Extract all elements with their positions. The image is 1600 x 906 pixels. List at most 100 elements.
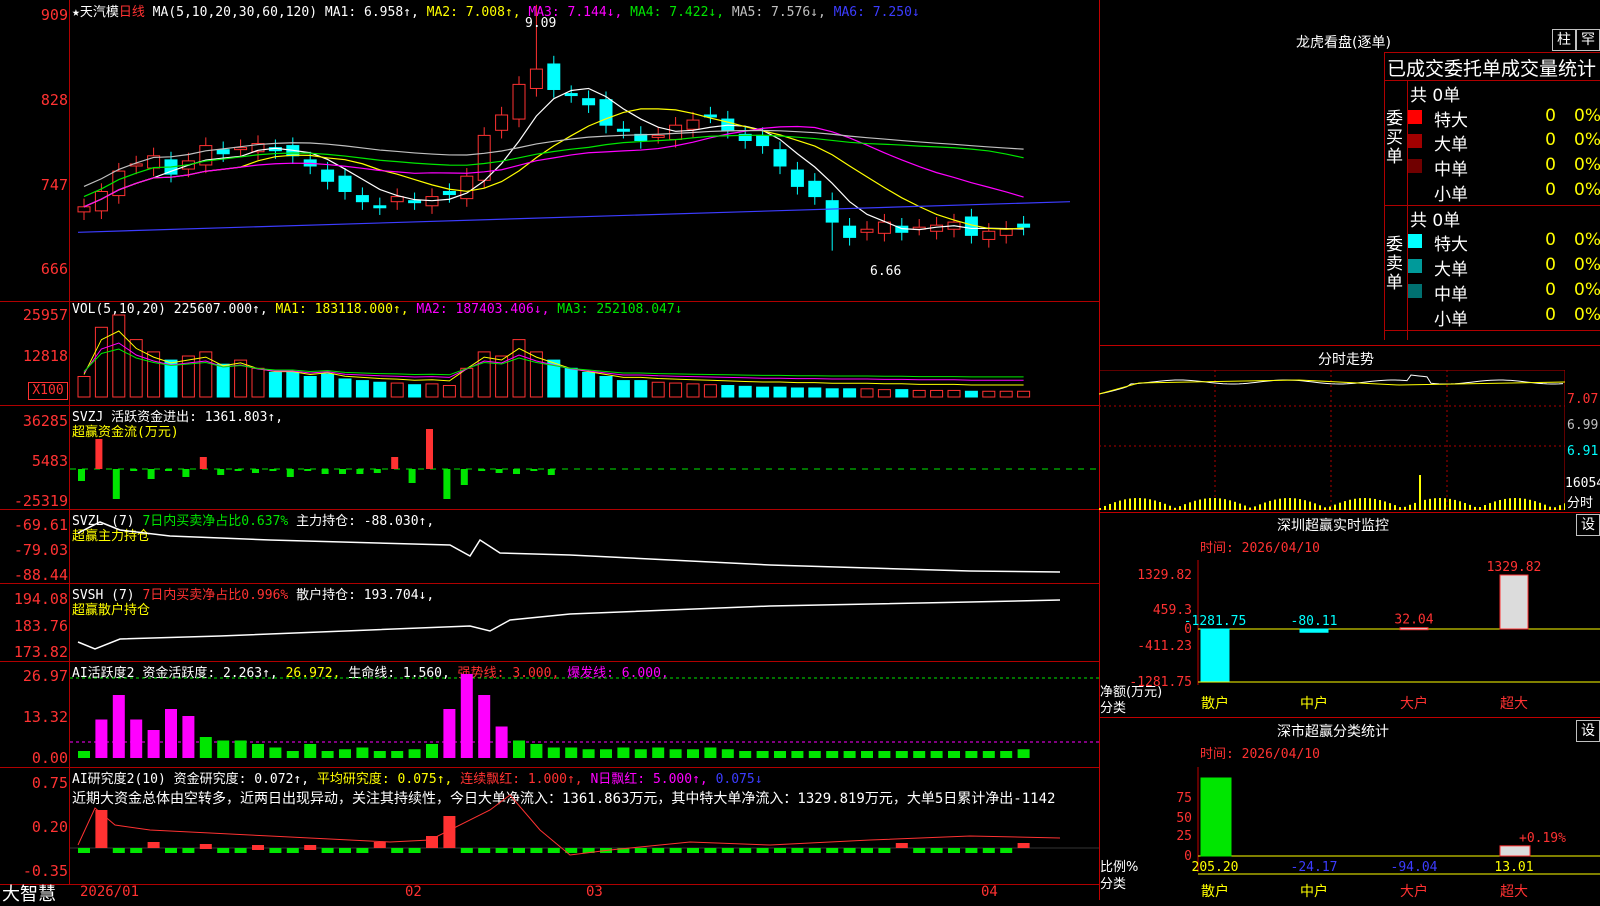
ai2-bar: [356, 848, 369, 853]
intraday-vol-bar: [1414, 502, 1416, 510]
intraday-vol-bar: [1229, 500, 1231, 510]
kline-chart[interactable]: [70, 0, 1099, 884]
ai1-bar: [112, 695, 125, 758]
monitor-category-label: 中户: [1300, 695, 1328, 712]
dragon-mode-button[interactable]: 罕: [1576, 29, 1600, 51]
dragon-heading: 已成交委托单成交量统计: [1387, 58, 1597, 80]
intraday-vol-bar: [1214, 498, 1216, 510]
buy-row-large: 大单 0 0%: [1408, 130, 1600, 155]
sell-total: 共 0单: [1410, 211, 1461, 231]
intraday-vol-bar: [1339, 502, 1341, 510]
vol-bar-up: [442, 385, 456, 398]
monitor-chart[interactable]: 1329.82459.30-411.23-1281.75-1281.75散户-8…: [1099, 555, 1600, 715]
intraday-vol-bar: [1549, 506, 1551, 510]
candle-up: [390, 196, 404, 203]
ai2-bar: [252, 845, 264, 850]
svzj-bar: [269, 469, 277, 471]
intraday-vol-bar: [1464, 502, 1466, 510]
ai1-bar: [913, 751, 926, 758]
ai2-bar: [426, 836, 438, 848]
intraday-vol-bar: [1259, 504, 1261, 510]
ai1-bar: [165, 709, 177, 758]
intraday-vol-bar: [1364, 498, 1366, 510]
ai1-bar: [356, 747, 369, 758]
ai1-bar: [565, 747, 578, 758]
intraday-vol-bar: [1504, 498, 1506, 510]
candle-down: [547, 63, 561, 90]
ai1-bar: [843, 751, 856, 758]
ai2-bar: [721, 848, 734, 853]
intraday-vol-bar: [1249, 507, 1251, 510]
intraday-chart[interactable]: [1099, 370, 1565, 510]
vol-bar-down: [964, 390, 978, 398]
monitor-cat-label: 分类: [1100, 701, 1127, 716]
intraday-vol-bar: [1174, 507, 1176, 510]
candle-down: [564, 93, 578, 97]
intraday-vol-bar: [1154, 500, 1156, 510]
classify-cat-label: 分类: [1100, 877, 1127, 892]
intraday-vol-bar: [1469, 504, 1471, 510]
ai2-bar: [791, 848, 804, 853]
ai2-bar: [78, 848, 90, 853]
intraday-vol-bar: [1519, 498, 1521, 510]
intraday-vol-bar: [1244, 505, 1246, 510]
intraday-vol-bar: [1349, 499, 1351, 510]
intraday-vol-bar: [1409, 504, 1411, 510]
ai2-bar: [130, 848, 143, 853]
candle-up: [495, 114, 509, 131]
ai1-bar: [443, 709, 456, 758]
intraday-axis: 6.91: [1567, 444, 1599, 459]
ai2-bar: [704, 848, 717, 853]
intraday-vol-bar: [1439, 498, 1441, 510]
intraday-avg-line: [1099, 379, 1565, 395]
vol-bar-up: [877, 389, 891, 398]
ai1-bar: [408, 749, 421, 758]
ai1-bar: [1000, 751, 1013, 758]
svzj-bar: [443, 469, 451, 499]
intraday-vol-bar: [1199, 499, 1201, 510]
ai1-bar: [982, 751, 995, 758]
ai1-bar: [234, 740, 247, 758]
ai2-bar: [234, 848, 247, 853]
classify-bar-label: 13.01: [1494, 860, 1533, 875]
ai2-bar: [513, 848, 525, 853]
svzj-bar: [530, 469, 538, 471]
ai1-bar: [321, 751, 334, 758]
intraday-vol-bar: [1524, 498, 1526, 510]
ai2-bar: [982, 848, 995, 853]
axis-label: 0.20: [31, 818, 68, 836]
ai1-bar: [826, 751, 839, 758]
classify-chart[interactable]: 7550250205.20散户-24.17中户-94.04大户13.01超大+0…: [1099, 762, 1600, 900]
classify-bar: [1499, 845, 1531, 857]
vol-bar-up: [669, 382, 683, 398]
intraday-vol-bar: [1319, 505, 1321, 510]
classify-settings-button[interactable]: 设: [1576, 720, 1600, 742]
monitor-bar: [1499, 574, 1529, 630]
intraday-vol-bar: [1564, 503, 1565, 510]
ai1-bar: [217, 740, 230, 758]
monitor-settings-button[interactable]: 设: [1576, 514, 1600, 536]
intraday-vol-bar: [1144, 498, 1146, 510]
intraday-vol-bar: [1109, 503, 1111, 510]
vol-bar-up: [77, 376, 91, 398]
intraday-vol-bar: [1544, 504, 1546, 510]
intraday-vol-bar: [1354, 498, 1356, 510]
intraday-vol-bar: [1399, 507, 1401, 510]
classify-time: 时间: 2026/04/10: [1200, 747, 1320, 762]
intraday-vol-bar: [1424, 499, 1426, 510]
ai1-bar: [687, 749, 699, 758]
intraday-vol-bar: [1379, 500, 1381, 510]
ai1-bar: [617, 747, 630, 758]
vol-bar-down: [616, 380, 630, 398]
ai1-bar: [791, 751, 804, 758]
intraday-vol-bar: [1384, 501, 1386, 510]
vol-bar-up: [686, 383, 700, 398]
ai2-bar: [391, 848, 404, 853]
intraday-vol-bar: [1444, 498, 1446, 510]
vol-bar-down: [738, 385, 752, 398]
bar-mode-button[interactable]: 柱: [1552, 29, 1576, 51]
monitor-bar-label: -80.11: [1291, 614, 1338, 629]
vol-bar-up: [703, 384, 717, 398]
svzj-bar: [373, 469, 381, 473]
monitor-bar: [1399, 627, 1429, 631]
